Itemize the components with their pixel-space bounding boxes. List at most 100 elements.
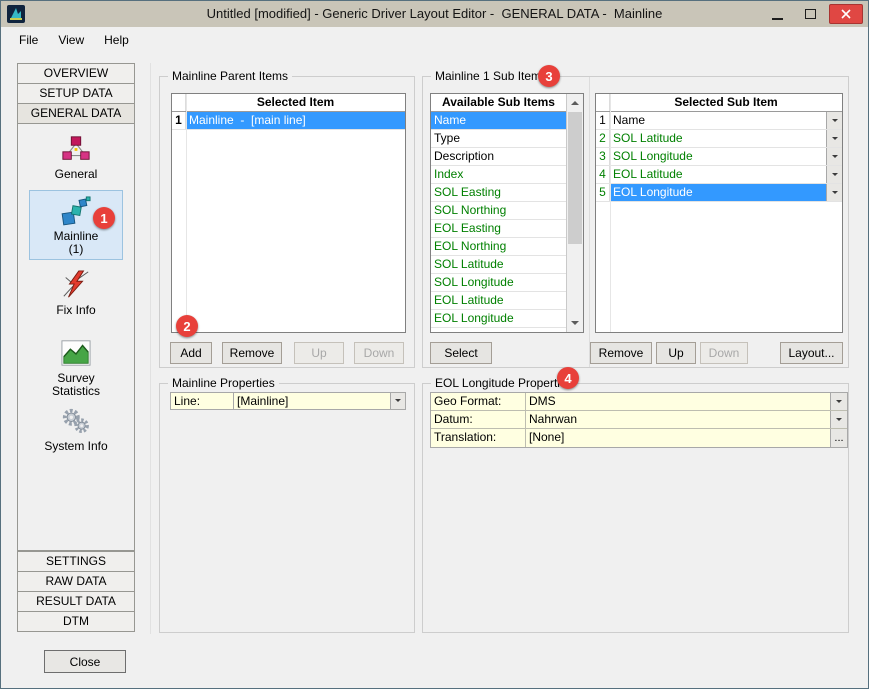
available-item[interactable]: Type xyxy=(431,130,566,148)
system-info-icon xyxy=(61,406,91,436)
chevron-up-icon xyxy=(571,97,579,105)
sidebar-button-result-data[interactable]: RESULT DATA xyxy=(17,591,135,612)
row-number: 3 xyxy=(596,148,610,165)
line-value[interactable]: [Mainline] xyxy=(234,393,390,409)
nav-label: Fix Info xyxy=(56,304,95,317)
sidebar-button-setup-data[interactable]: SETUP DATA xyxy=(17,83,135,104)
property-value[interactable]: [None] xyxy=(526,429,830,447)
available-item[interactable]: EOL Northing xyxy=(431,238,566,256)
available-sub-items-list: Available Sub Items Name Type Descriptio… xyxy=(430,93,584,333)
row-number: 2 xyxy=(596,130,610,147)
menu-file[interactable]: File xyxy=(9,29,48,51)
sidebar-button-overview[interactable]: OVERVIEW xyxy=(17,63,135,84)
table-row[interactable]: 5 EOL Longitude xyxy=(596,184,842,202)
scroll-thumb[interactable] xyxy=(568,112,582,244)
select-button[interactable]: Select xyxy=(430,342,492,364)
annotation-badge-3: 3 xyxy=(538,65,560,87)
nav-item-general[interactable]: General xyxy=(18,134,134,181)
sidebar-button-settings[interactable]: SETTINGS xyxy=(17,551,135,572)
property-value[interactable]: DMS xyxy=(526,393,830,410)
remove-button[interactable]: Remove xyxy=(222,342,282,364)
nav-item-mainline[interactable]: Mainline (1) xyxy=(18,196,134,256)
group-label: EOL Longitude Properties xyxy=(431,376,577,390)
available-item[interactable]: EOL Longitude xyxy=(431,310,566,328)
available-item[interactable]: Name xyxy=(431,112,566,130)
window-controls xyxy=(763,4,863,24)
close-window-button[interactable] xyxy=(829,4,863,24)
nav-item-fix-info[interactable]: Fix Info xyxy=(18,270,134,317)
selected-sub-item-table: Selected Sub Item 1 Name 2 SOL Latitude … xyxy=(595,93,843,333)
sidebar-button-raw-data[interactable]: RAW DATA xyxy=(17,571,135,592)
available-item[interactable]: SOL Latitude xyxy=(431,256,566,274)
sub-up-button[interactable]: Up xyxy=(656,342,696,364)
chevron-down-icon[interactable] xyxy=(826,112,842,129)
line-combobox[interactable]: [Mainline] xyxy=(233,392,406,410)
available-header: Available Sub Items xyxy=(431,94,566,112)
row-label[interactable]: Mainline - [main line] xyxy=(186,112,405,129)
row-label[interactable]: SOL Longitude xyxy=(610,148,826,165)
property-row-translation: Translation: [None] ... xyxy=(431,429,847,447)
available-item[interactable]: Index xyxy=(431,166,566,184)
chevron-down-icon[interactable] xyxy=(390,393,405,409)
chevron-down-icon[interactable] xyxy=(830,393,847,410)
menu-help[interactable]: Help xyxy=(94,29,139,51)
property-row-datum: Datum: Nahrwan xyxy=(431,411,847,429)
sidebar-nav-panel: General Mainline (1) Fix Info xyxy=(17,123,135,551)
nav-item-system-info[interactable]: System Info xyxy=(18,406,134,453)
table-row[interactable]: 2 SOL Latitude xyxy=(596,130,842,148)
available-item[interactable]: EOL Easting xyxy=(431,220,566,238)
property-value[interactable]: Nahrwan xyxy=(526,411,830,428)
sidebar-button-general-data[interactable]: GENERAL DATA xyxy=(17,103,135,124)
row-label[interactable]: EOL Longitude xyxy=(610,184,826,201)
column-divider xyxy=(186,94,187,332)
table-row[interactable]: 1 Mainline - [main line] xyxy=(172,112,405,130)
property-label: Geo Format: xyxy=(431,393,526,410)
fix-info-icon xyxy=(61,270,91,300)
annotation-badge-4: 4 xyxy=(557,367,579,389)
add-button[interactable]: Add xyxy=(170,342,212,364)
nav-count: (1) xyxy=(69,243,84,256)
available-item[interactable]: EOL Latitude xyxy=(431,292,566,310)
table-header: Selected Sub Item xyxy=(596,94,842,112)
scroll-down-button[interactable] xyxy=(567,315,583,332)
scroll-track[interactable] xyxy=(567,111,583,315)
property-label: Translation: xyxy=(431,429,526,447)
row-label[interactable]: SOL Latitude xyxy=(610,130,826,147)
group-mainline-properties: Mainline Properties Line: [Mainline] xyxy=(159,383,415,633)
down-button: Down xyxy=(354,342,404,364)
up-button: Up xyxy=(294,342,344,364)
properties-grid: Geo Format: DMS Datum: Nahrwan Translati… xyxy=(430,392,848,448)
table-row[interactable]: 4 EOL Latitude xyxy=(596,166,842,184)
mainline-icon xyxy=(61,196,91,226)
close-icon xyxy=(841,9,851,19)
menu-view[interactable]: View xyxy=(48,29,94,51)
chevron-down-icon[interactable] xyxy=(826,184,842,201)
row-label[interactable]: Name xyxy=(610,112,826,129)
ellipsis-button[interactable]: ... xyxy=(830,429,847,447)
chevron-down-icon[interactable] xyxy=(826,166,842,183)
scroll-up-button[interactable] xyxy=(567,94,583,111)
group-mainline-sub-items: Mainline 1 Sub Items Available Sub Items… xyxy=(422,76,849,368)
sidebar-button-dtm[interactable]: DTM xyxy=(17,611,135,632)
available-item[interactable]: Description xyxy=(431,148,566,166)
minimize-button[interactable] xyxy=(763,4,792,24)
group-label: Mainline Parent Items xyxy=(168,69,292,83)
chevron-down-icon[interactable] xyxy=(830,411,847,428)
row-label[interactable]: EOL Latitude xyxy=(610,166,826,183)
available-item[interactable]: SOL Longitude xyxy=(431,274,566,292)
table-row[interactable]: 1 Name xyxy=(596,112,842,130)
scrollbar[interactable] xyxy=(566,94,583,332)
available-item[interactable]: SOL Easting xyxy=(431,184,566,202)
chevron-down-icon[interactable] xyxy=(826,130,842,147)
maximize-button[interactable] xyxy=(796,4,825,24)
sub-remove-button[interactable]: Remove xyxy=(590,342,652,364)
close-button[interactable]: Close xyxy=(44,650,126,673)
chevron-down-icon[interactable] xyxy=(826,148,842,165)
line-label: Line: xyxy=(170,392,234,410)
property-label: Datum: xyxy=(431,411,526,428)
nav-item-survey-statistics[interactable]: Survey Statistics xyxy=(18,338,134,398)
layout-button[interactable]: Layout... xyxy=(780,342,843,364)
row-number: 4 xyxy=(596,166,610,183)
available-item[interactable]: SOL Northing xyxy=(431,202,566,220)
table-row[interactable]: 3 SOL Longitude xyxy=(596,148,842,166)
